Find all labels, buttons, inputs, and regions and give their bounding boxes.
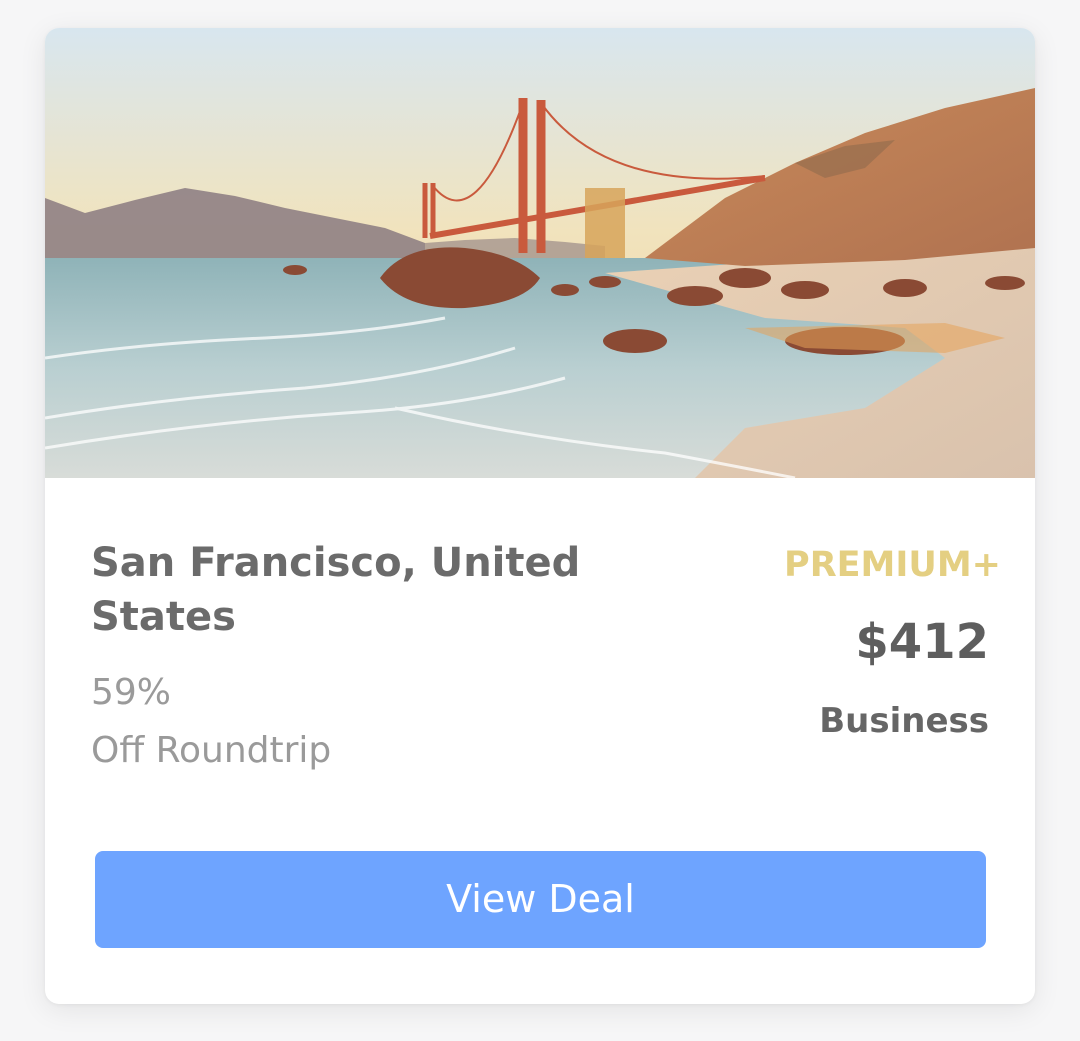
discount-label: Off Roundtrip xyxy=(91,730,332,771)
tier-badge: PREMIUM+ xyxy=(784,545,1001,585)
cabin-class: Business xyxy=(819,701,989,741)
destination-title: San Francisco, United States xyxy=(91,540,581,640)
discount-percent: 59% xyxy=(91,672,172,713)
destination-photo xyxy=(45,28,1035,478)
price: $412 xyxy=(855,614,989,670)
view-deal-button[interactable]: View Deal xyxy=(95,851,986,948)
deal-card: San Francisco, United States 59% Off Rou… xyxy=(45,28,1035,1004)
